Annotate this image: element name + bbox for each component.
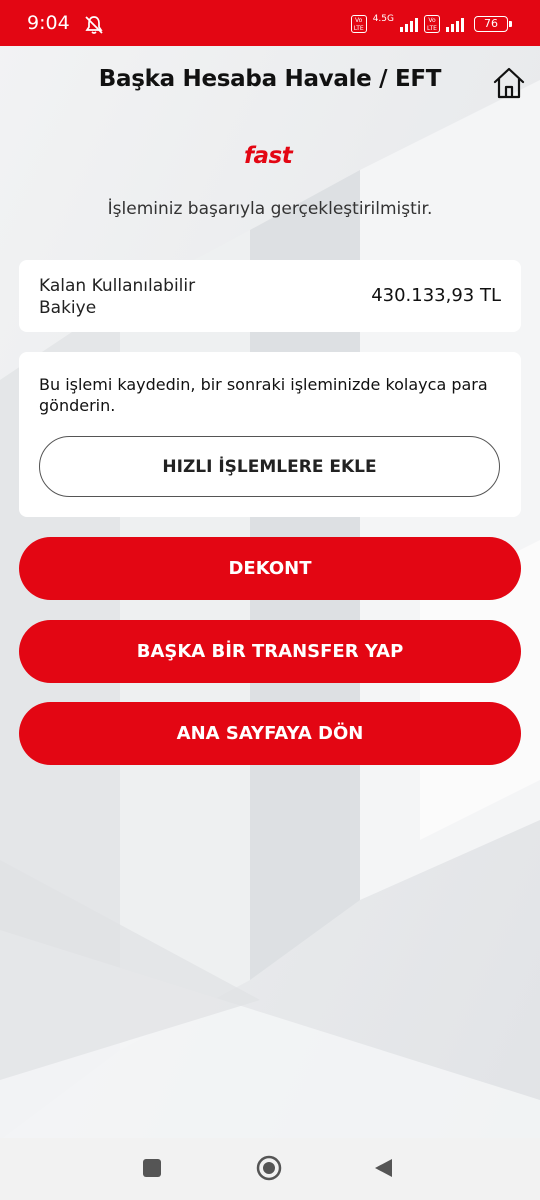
navigation-bar (0, 1138, 540, 1200)
receipt-button[interactable]: DEKONT (19, 537, 521, 600)
main-content: Başka Hesaba Havale / EFT fast İşleminiz… (0, 0, 540, 1200)
return-home-button[interactable]: ANA SAYFAYA DÖN (19, 702, 521, 765)
status-time: 9:04 (27, 12, 70, 34)
signal-bars-icon (400, 16, 418, 32)
status-bar: 9:04 Vo LTE 4.5G Vo LTE 76 (0, 0, 540, 46)
add-to-quick-transactions-button[interactable]: HIZLI İŞLEMLERE EKLE (39, 436, 500, 497)
success-message: İşleminiz başarıyla gerçekleştirilmiştir… (107, 199, 433, 219)
recents-icon[interactable] (143, 1159, 161, 1177)
network-type: 4.5G (372, 14, 394, 24)
status-indicators: Vo LTE 4.5G Vo LTE 76 (350, 14, 512, 34)
battery-icon: 76 (474, 16, 512, 32)
save-transaction-text: Bu işlemi kaydedin, bir sonraki işlemini… (39, 375, 488, 415)
save-transaction-card: Bu işlemi kaydedin, bir sonraki işlemini… (19, 352, 521, 517)
volte-badge-2: Vo LTE (424, 15, 440, 33)
signal-bars-icon-2 (446, 16, 464, 32)
balance-label: Kalan Kullanılabilir Bakiye (39, 276, 196, 318)
back-icon[interactable] (372, 1157, 394, 1179)
volte-badge-1: Vo LTE (350, 15, 367, 33)
bell-off-icon (85, 16, 103, 34)
home-circle-icon[interactable] (256, 1155, 282, 1181)
page-title: Başka Hesaba Havale / EFT (98, 66, 442, 92)
fast-logo: fast (244, 143, 293, 169)
balance-value: 430.133,93 TL (371, 285, 501, 306)
balance-card: Kalan Kullanılabilir Bakiye 430.133,93 T… (19, 260, 521, 332)
home-icon[interactable] (490, 64, 528, 102)
another-transfer-button[interactable]: BAŞKA BİR TRANSFER YAP (19, 620, 521, 683)
